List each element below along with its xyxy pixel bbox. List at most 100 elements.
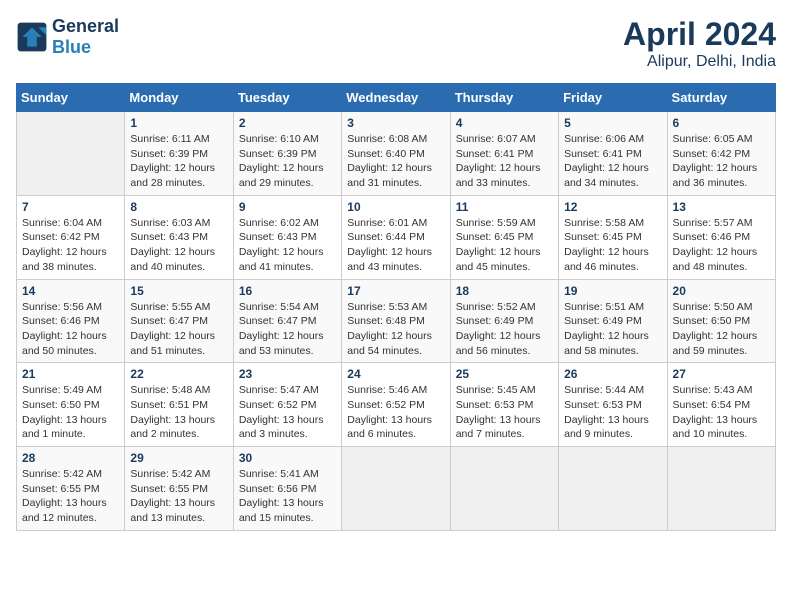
weekday-header: Saturday: [667, 84, 775, 112]
weekday-header: Sunday: [17, 84, 125, 112]
logo-text: General Blue: [52, 16, 119, 58]
day-info: Sunrise: 6:07 AM Sunset: 6:41 PM Dayligh…: [456, 132, 553, 191]
day-info: Sunrise: 5:59 AM Sunset: 6:45 PM Dayligh…: [456, 216, 553, 275]
day-info: Sunrise: 6:02 AM Sunset: 6:43 PM Dayligh…: [239, 216, 336, 275]
calendar-cell: 10Sunrise: 6:01 AM Sunset: 6:44 PM Dayli…: [342, 195, 450, 279]
day-number: 7: [22, 200, 119, 214]
weekday-header: Friday: [559, 84, 667, 112]
calendar-cell: 13Sunrise: 5:57 AM Sunset: 6:46 PM Dayli…: [667, 195, 775, 279]
weekday-header: Wednesday: [342, 84, 450, 112]
day-number: 27: [673, 367, 770, 381]
calendar-cell: 23Sunrise: 5:47 AM Sunset: 6:52 PM Dayli…: [233, 363, 341, 447]
day-number: 6: [673, 116, 770, 130]
day-number: 13: [673, 200, 770, 214]
day-info: Sunrise: 5:50 AM Sunset: 6:50 PM Dayligh…: [673, 300, 770, 359]
day-number: 8: [130, 200, 227, 214]
calendar-cell: 8 Sunrise: 6:03 AM Sunset: 6:43 PM Daylig…: [125, 195, 233, 279]
day-info: Sunrise: 5:55 AM Sunset: 6:47 PM Dayligh…: [130, 300, 227, 359]
calendar-week-row: 21 Sunrise: 5:49 AM Sunset: 6:50 PM Dayli…: [17, 363, 776, 447]
calendar-cell: [342, 447, 450, 531]
day-number: 21: [22, 367, 119, 381]
day-info: Sunrise: 5:58 AM Sunset: 6:45 PM Dayligh…: [564, 216, 661, 275]
day-info: Sunrise: 5:45 AM Sunset: 6:53 PM Dayligh…: [456, 383, 553, 442]
day-info: Sunrise: 5:53 AM Sunset: 6:48 PM Dayligh…: [347, 300, 444, 359]
calendar-cell: 25 Sunrise: 5:45 AM Sunset: 6:53 PM Dayli…: [450, 363, 558, 447]
calendar-cell: 15 Sunrise: 5:55 AM Sunset: 6:47 PM Dayli…: [125, 279, 233, 363]
day-number: 1: [130, 116, 227, 130]
day-info: Sunrise: 5:42 AM Sunset: 6:55 PM Dayligh…: [22, 467, 119, 526]
day-info: Sunrise: 5:48 AM Sunset: 6:51 PM Dayligh…: [130, 383, 227, 442]
calendar-week-row: 28Sunrise: 5:42 AM Sunset: 6:55 PM Dayli…: [17, 447, 776, 531]
day-info: Sunrise: 5:43 AM Sunset: 6:54 PM Dayligh…: [673, 383, 770, 442]
calendar-cell: 4 Sunrise: 6:07 AM Sunset: 6:41 PM Daylig…: [450, 112, 558, 196]
day-number: 12: [564, 200, 661, 214]
day-number: 17: [347, 284, 444, 298]
day-info: Sunrise: 5:44 AM Sunset: 6:53 PM Dayligh…: [564, 383, 661, 442]
calendar-cell: 14 Sunrise: 5:56 AM Sunset: 6:46 PM Dayli…: [17, 279, 125, 363]
calendar-cell: 28Sunrise: 5:42 AM Sunset: 6:55 PM Dayli…: [17, 447, 125, 531]
day-number: 26: [564, 367, 661, 381]
day-number: 2: [239, 116, 336, 130]
day-number: 4: [456, 116, 553, 130]
calendar-cell: [450, 447, 558, 531]
day-info: Sunrise: 5:51 AM Sunset: 6:49 PM Dayligh…: [564, 300, 661, 359]
month-title: April 2024: [623, 16, 776, 53]
day-info: Sunrise: 5:47 AM Sunset: 6:52 PM Dayligh…: [239, 383, 336, 442]
calendar-week-row: 7 Sunrise: 6:04 AM Sunset: 6:42 PM Daylig…: [17, 195, 776, 279]
calendar-cell: 27 Sunrise: 5:43 AM Sunset: 6:54 PM Dayli…: [667, 363, 775, 447]
weekday-header: Monday: [125, 84, 233, 112]
day-number: 10: [347, 200, 444, 214]
calendar-cell: 24 Sunrise: 5:46 AM Sunset: 6:52 PM Dayli…: [342, 363, 450, 447]
day-number: 29: [130, 451, 227, 465]
day-number: 30: [239, 451, 336, 465]
day-info: Sunrise: 5:46 AM Sunset: 6:52 PM Dayligh…: [347, 383, 444, 442]
day-number: 24: [347, 367, 444, 381]
calendar-cell: 20 Sunrise: 5:50 AM Sunset: 6:50 PM Dayli…: [667, 279, 775, 363]
logo-icon: [16, 21, 48, 53]
calendar-cell: 5 Sunrise: 6:06 AM Sunset: 6:41 PM Daylig…: [559, 112, 667, 196]
calendar-cell: 12 Sunrise: 5:58 AM Sunset: 6:45 PM Dayli…: [559, 195, 667, 279]
day-number: 22: [130, 367, 227, 381]
day-number: 20: [673, 284, 770, 298]
day-info: Sunrise: 5:56 AM Sunset: 6:46 PM Dayligh…: [22, 300, 119, 359]
day-info: Sunrise: 5:42 AM Sunset: 6:55 PM Dayligh…: [130, 467, 227, 526]
calendar-cell: 7 Sunrise: 6:04 AM Sunset: 6:42 PM Daylig…: [17, 195, 125, 279]
calendar-cell: 30Sunrise: 5:41 AM Sunset: 6:56 PM Dayli…: [233, 447, 341, 531]
calendar-cell: 29 Sunrise: 5:42 AM Sunset: 6:55 PM Dayli…: [125, 447, 233, 531]
calendar-cell: [559, 447, 667, 531]
day-info: Sunrise: 5:54 AM Sunset: 6:47 PM Dayligh…: [239, 300, 336, 359]
day-info: Sunrise: 5:49 AM Sunset: 6:50 PM Dayligh…: [22, 383, 119, 442]
day-number: 3: [347, 116, 444, 130]
calendar-cell: [667, 447, 775, 531]
day-info: Sunrise: 6:04 AM Sunset: 6:42 PM Dayligh…: [22, 216, 119, 275]
day-info: Sunrise: 6:11 AM Sunset: 6:39 PM Dayligh…: [130, 132, 227, 191]
day-number: 15: [130, 284, 227, 298]
calendar-cell: 26 Sunrise: 5:44 AM Sunset: 6:53 PM Dayli…: [559, 363, 667, 447]
calendar-cell: 22 Sunrise: 5:48 AM Sunset: 6:51 PM Dayli…: [125, 363, 233, 447]
weekday-header: Thursday: [450, 84, 558, 112]
calendar-week-row: 14 Sunrise: 5:56 AM Sunset: 6:46 PM Dayli…: [17, 279, 776, 363]
calendar-cell: 11 Sunrise: 5:59 AM Sunset: 6:45 PM Dayli…: [450, 195, 558, 279]
calendar-cell: 1 Sunrise: 6:11 AM Sunset: 6:39 PM Daylig…: [125, 112, 233, 196]
calendar-cell: 3Sunrise: 6:08 AM Sunset: 6:40 PM Daylig…: [342, 112, 450, 196]
day-info: Sunrise: 6:03 AM Sunset: 6:43 PM Dayligh…: [130, 216, 227, 275]
day-number: 9: [239, 200, 336, 214]
logo: General Blue: [16, 16, 119, 58]
calendar-cell: 19 Sunrise: 5:51 AM Sunset: 6:49 PM Dayli…: [559, 279, 667, 363]
calendar-cell: 21 Sunrise: 5:49 AM Sunset: 6:50 PM Dayli…: [17, 363, 125, 447]
calendar-cell: 16 Sunrise: 5:54 AM Sunset: 6:47 PM Dayli…: [233, 279, 341, 363]
day-number: 19: [564, 284, 661, 298]
calendar-week-row: 1 Sunrise: 6:11 AM Sunset: 6:39 PM Daylig…: [17, 112, 776, 196]
day-info: Sunrise: 6:10 AM Sunset: 6:39 PM Dayligh…: [239, 132, 336, 191]
location-title: Alipur, Delhi, India: [623, 53, 776, 71]
calendar-cell: 2 Sunrise: 6:10 AM Sunset: 6:39 PM Daylig…: [233, 112, 341, 196]
day-number: 14: [22, 284, 119, 298]
day-info: Sunrise: 6:06 AM Sunset: 6:41 PM Dayligh…: [564, 132, 661, 191]
header-row: SundayMondayTuesdayWednesdayThursdayFrid…: [17, 84, 776, 112]
day-info: Sunrise: 5:52 AM Sunset: 6:49 PM Dayligh…: [456, 300, 553, 359]
day-number: 5: [564, 116, 661, 130]
calendar-cell: 17 Sunrise: 5:53 AM Sunset: 6:48 PM Dayli…: [342, 279, 450, 363]
day-number: 16: [239, 284, 336, 298]
day-number: 25: [456, 367, 553, 381]
day-number: 11: [456, 200, 553, 214]
